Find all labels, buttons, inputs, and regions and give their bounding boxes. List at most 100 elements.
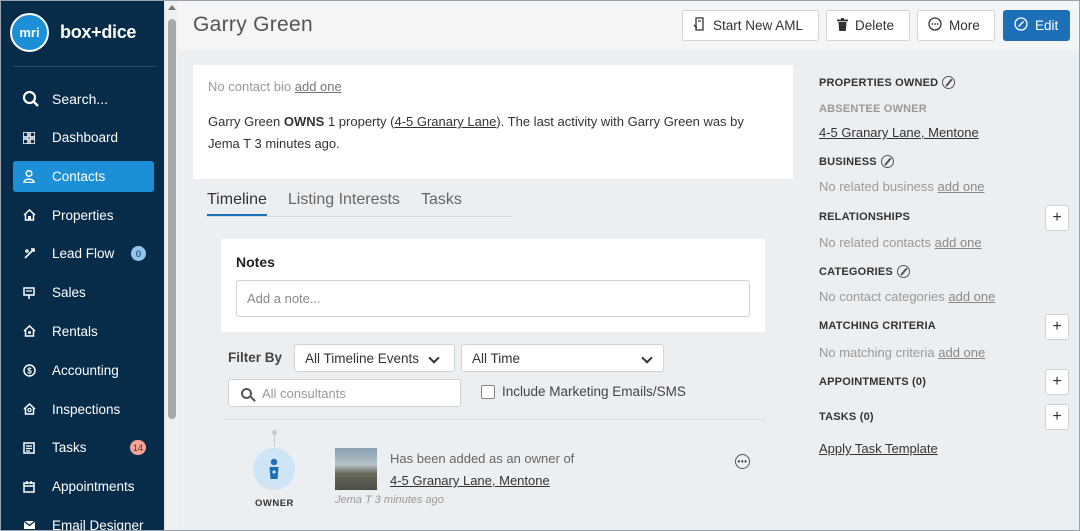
tasks-badge: 14 <box>129 440 146 456</box>
timeline-events-select[interactable]: All Timeline Events <box>294 344 455 372</box>
categories-heading: CATEGORIES <box>819 265 910 278</box>
sidebar-item-email-designer[interactable]: Email Designer <box>13 510 154 530</box>
consultants-placeholder: All consultants <box>262 385 346 401</box>
add-task-button[interactable]: + <box>1045 404 1069 430</box>
tab-timeline[interactable]: Timeline <box>207 191 267 216</box>
properties-owned-heading: PROPERTIES OWNED <box>819 76 956 89</box>
sidebar-item-label: Dashboard <box>52 130 119 145</box>
property-thumbnail[interactable] <box>335 448 377 490</box>
filter-divider <box>221 419 765 420</box>
sidebar-item-rentals[interactable]: Rentals <box>13 316 154 347</box>
bio-property-link[interactable]: 4-5 Granary Lane <box>394 114 496 129</box>
sidebar-item-label: Properties <box>52 207 114 223</box>
tasks-icon <box>22 441 36 455</box>
apply-task-template-link[interactable]: Apply Task Template <box>819 441 938 456</box>
main-content: Garry Green Start New AML Delete More Ed… <box>179 1 1079 530</box>
add-business-link[interactable]: add one <box>938 179 985 194</box>
sidebar-item-lead-flow[interactable]: Lead Flow 0 <box>13 238 154 269</box>
house-icon <box>22 208 36 222</box>
edit-icon <box>1014 17 1028 34</box>
timeline-connector <box>274 433 275 447</box>
sidebar-scrollbar[interactable] <box>164 1 179 530</box>
marketing-toggle[interactable]: Include Marketing Emails/SMS <box>481 384 686 399</box>
absentee-owner-label: ABSENTEE OWNER <box>819 103 927 115</box>
sidebar-item-label: Contacts <box>52 168 106 184</box>
event-property-link[interactable]: 4-5 Granary Lane, Mentone <box>390 473 550 488</box>
add-matching-criteria-button[interactable]: + <box>1045 314 1069 340</box>
sidebar-item-label: Tasks <box>52 440 87 456</box>
owner-icon <box>253 448 295 490</box>
tab-listing-interests[interactable]: Listing Interests <box>288 191 400 216</box>
edit-categories-icon[interactable] <box>896 265 910 278</box>
email-icon <box>22 518 36 530</box>
sidebar-item-properties[interactable]: Properties <box>13 200 154 231</box>
categories-empty-text: No contact categories <box>819 289 945 304</box>
time-range-value: All Time <box>472 350 521 366</box>
edit-properties-icon[interactable] <box>942 76 956 89</box>
categories-label: CATEGORIES <box>819 265 893 278</box>
relationships-empty: No related contacts add one <box>819 235 982 250</box>
matching-empty-text: No matching criteria <box>819 345 935 360</box>
add-matching-link[interactable]: add one <box>938 345 985 360</box>
page-title: Garry Green <box>193 13 313 36</box>
timeline-events-value: All Timeline Events <box>305 350 420 366</box>
scroll-up-icon[interactable] <box>168 5 176 10</box>
edit-button[interactable]: Edit <box>1003 10 1070 41</box>
chevron-down-icon <box>428 352 440 364</box>
more-label: More <box>949 18 980 33</box>
sidebar-item-tasks[interactable]: Tasks 14 <box>13 432 154 463</box>
sidebar-item-contacts[interactable]: Contacts <box>13 160 154 192</box>
search-icon <box>22 90 40 107</box>
start-aml-button[interactable]: Start New AML <box>682 10 819 41</box>
add-relationship-link[interactable]: add one <box>935 235 982 250</box>
notes-card: Notes Add a note... <box>221 239 765 332</box>
add-bio-link[interactable]: add one <box>295 79 342 94</box>
bio-last-activity: Jema T 3 minutes ago. <box>208 136 340 151</box>
sidebar-item-dashboard[interactable]: Dashboard <box>13 122 154 153</box>
note-input[interactable]: Add a note... <box>236 280 750 317</box>
appointments-heading: APPOINTMENTS (0) <box>819 376 927 388</box>
bio-suffix: ). The last activity with Garry Green wa… <box>496 114 744 129</box>
inspections-icon <box>22 402 36 416</box>
delete-button[interactable]: Delete <box>826 10 910 41</box>
relationships-heading: RELATIONSHIPS <box>819 211 911 223</box>
tasks-heading: TASKS (0) <box>819 411 874 423</box>
business-empty: No related business add one <box>819 179 985 194</box>
sidebar-nav: Search... Dashboard Contacts Properties <box>13 81 154 530</box>
scroll-thumb[interactable] <box>168 19 176 419</box>
chevron-down-icon <box>641 352 653 364</box>
sidebar-item-accounting[interactable]: $ Accounting <box>13 355 154 386</box>
add-category-link[interactable]: add one <box>948 289 995 304</box>
sidebar-item-inspections[interactable]: Inspections <box>13 394 154 425</box>
sidebar-item-appointments[interactable]: Appointments <box>13 471 154 502</box>
sidebar-item-label: Inspections <box>52 401 121 417</box>
brand[interactable]: mri box+dice <box>10 12 136 52</box>
edit-business-icon[interactable] <box>880 155 894 168</box>
owned-property-link[interactable]: 4-5 Granary Lane, Mentone <box>819 125 979 140</box>
sidebar-search[interactable]: Search... <box>13 81 154 117</box>
marketing-checkbox[interactable] <box>481 384 495 399</box>
more-button[interactable]: More <box>917 10 995 41</box>
properties-owned-label: PROPERTIES OWNED <box>819 76 939 89</box>
notes-title: Notes <box>236 254 275 270</box>
bio-contact-name: Garry Green <box>208 114 281 129</box>
event-description: Has been added as an owner of <box>390 451 575 466</box>
time-range-select[interactable]: All Time <box>461 344 664 372</box>
svg-text:$: $ <box>27 366 32 375</box>
add-relationship-button[interactable]: + <box>1045 205 1069 231</box>
sidebar-item-label: Lead Flow <box>52 246 115 262</box>
sidebar-item-sales[interactable]: Sales <box>13 277 154 308</box>
bio-empty: No contact bio add one <box>208 79 778 94</box>
add-appointment-button[interactable]: + <box>1045 369 1069 395</box>
matching-empty: No matching criteria add one <box>819 345 985 360</box>
tab-tasks[interactable]: Tasks <box>421 191 462 216</box>
matching-criteria-heading: MATCHING CRITERIA <box>819 320 936 332</box>
rentals-icon <box>22 324 36 338</box>
marketing-label: Include Marketing Emails/SMS <box>502 384 686 399</box>
search-icon <box>241 387 252 399</box>
business-label: BUSINESS <box>819 155 877 168</box>
bio-count: 1 property ( <box>327 114 395 129</box>
event-more-icon[interactable]: ••• <box>735 454 750 469</box>
person-icon <box>22 169 36 183</box>
consultants-input[interactable]: All consultants <box>228 379 461 407</box>
